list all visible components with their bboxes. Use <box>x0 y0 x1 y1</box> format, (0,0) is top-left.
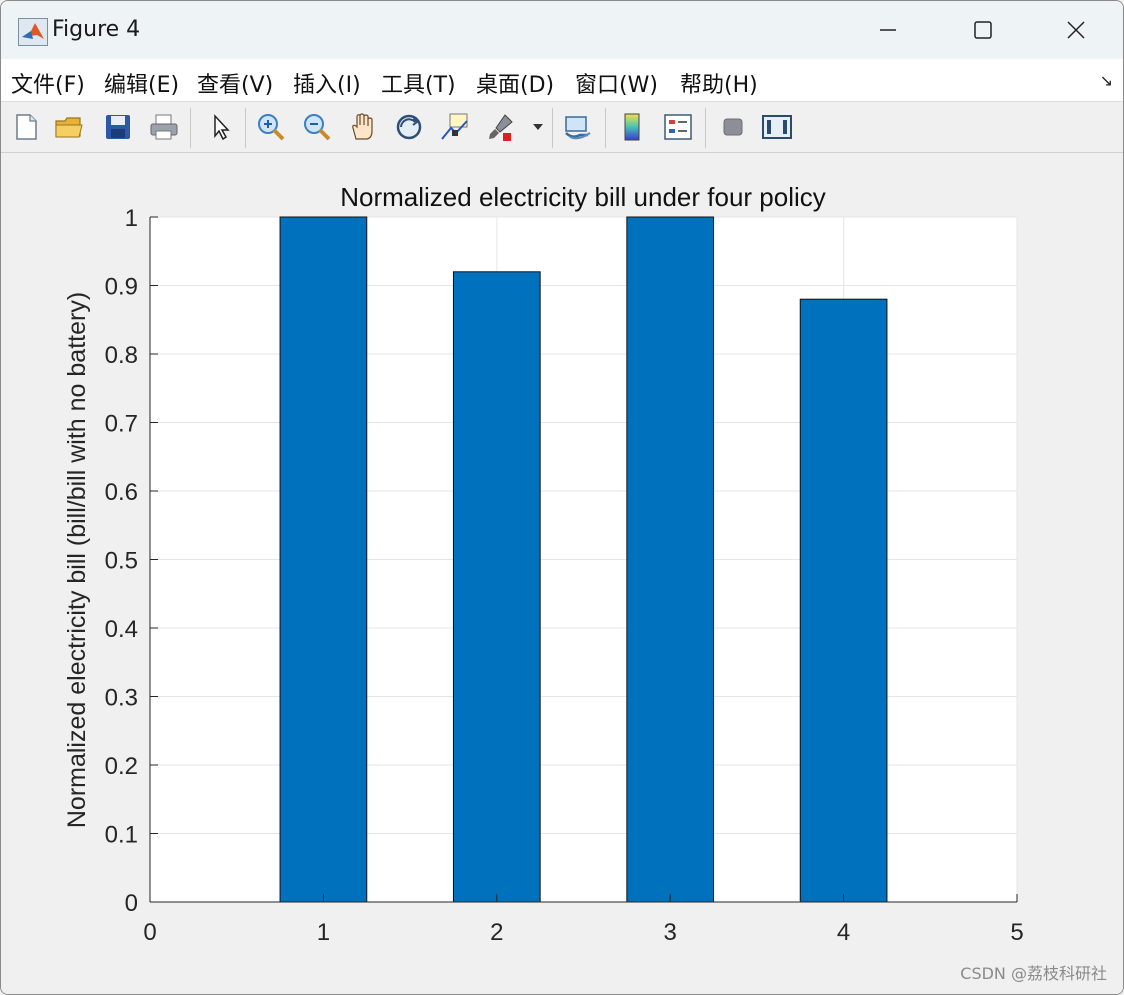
menu-bar: 文件(F) 编辑(E) 查看(V) 插入(I) 工具(T) 桌面(D) 窗口(W… <box>1 59 1123 102</box>
y-tick-label: 0.2 <box>105 753 138 780</box>
rotate-3d-icon[interactable] <box>392 110 426 144</box>
bar-2 <box>452 271 541 903</box>
matlab-logo-icon <box>18 18 48 46</box>
menu-help[interactable]: 帮助(H) <box>680 67 758 99</box>
maximize-button[interactable] <box>938 1 1028 59</box>
x-tick-label: 5 <box>1010 919 1023 946</box>
toolbar-separator <box>605 108 606 148</box>
maximize-icon <box>974 21 992 39</box>
y-tick-label: 0.7 <box>105 411 138 438</box>
pan-hand-icon[interactable] <box>346 110 380 144</box>
print-icon[interactable] <box>147 110 181 144</box>
bar-4 <box>799 298 888 903</box>
y-tick-label: 0.6 <box>105 479 138 506</box>
select-pointer-icon[interactable] <box>203 110 237 144</box>
figure-canvas[interactable]: Normalized electricity bill under four p… <box>1 153 1123 994</box>
menu-tools[interactable]: 工具(T) <box>381 67 456 99</box>
chart-title: Normalized electricity bill under four p… <box>340 182 826 212</box>
brush-icon[interactable] <box>484 110 518 144</box>
y-tick-label: 0 <box>125 890 138 917</box>
minimize-button[interactable] <box>843 1 933 59</box>
close-button[interactable] <box>1031 1 1121 59</box>
figure-window: Figure 4 文件(F) 编辑(E) 查看(V) 插入(I) 工具(T) 桌… <box>0 0 1124 995</box>
toolbar-separator <box>245 108 246 148</box>
toolbar-separator <box>190 108 191 148</box>
title-bar[interactable]: Figure 4 <box>1 1 1123 59</box>
close-icon <box>1067 21 1085 39</box>
data-cursor-icon[interactable] <box>438 110 472 144</box>
menu-desktop[interactable]: 桌面(D) <box>476 67 554 99</box>
menu-edit[interactable]: 编辑(E) <box>104 67 179 99</box>
x-tick-label: 3 <box>664 919 677 946</box>
y-tick-label: 1 <box>125 205 138 232</box>
y-tick-label: 0.3 <box>105 685 138 712</box>
menu-view[interactable]: 查看(V) <box>197 67 273 99</box>
zoom-in-icon[interactable] <box>254 110 288 144</box>
watermark: CSDN @荔枝科研社 <box>960 964 1107 983</box>
y-tick-label: 0.9 <box>105 274 138 301</box>
toolbar-separator <box>705 108 706 148</box>
y-tick-label: 0.4 <box>105 616 138 643</box>
toolbar-separator <box>552 108 553 148</box>
window-title: Figure 4 <box>52 17 141 42</box>
link-plot-icon[interactable] <box>561 110 595 144</box>
x-tick-label: 0 <box>143 919 156 946</box>
bar-chart[interactable]: Normalized electricity bill under four p… <box>1 153 1123 994</box>
bar-1 <box>279 216 368 903</box>
menu-insert[interactable]: 插入(I) <box>293 67 361 99</box>
brush-dropdown-icon[interactable] <box>528 110 548 144</box>
zoom-out-icon[interactable] <box>300 110 334 144</box>
bar-3 <box>626 216 715 903</box>
menu-window[interactable]: 窗口(W) <box>575 67 658 99</box>
y-tick-label: 0.8 <box>105 342 138 369</box>
figure-toolbar <box>1 102 1123 153</box>
save-icon[interactable] <box>101 110 135 144</box>
x-tick-label: 2 <box>490 919 503 946</box>
menu-file[interactable]: 文件(F) <box>11 67 85 99</box>
y-tick-label: 0.5 <box>105 548 138 575</box>
legend-icon[interactable] <box>661 110 695 144</box>
minimize-icon <box>880 29 896 31</box>
y-tick-label: 0.1 <box>105 822 138 849</box>
y-axis-label: Normalized electricity bill (bill/bill w… <box>63 292 91 828</box>
open-file-icon[interactable] <box>53 110 87 144</box>
show-plot-tools-icon[interactable] <box>760 110 794 144</box>
hide-plot-tools-icon[interactable] <box>716 110 750 144</box>
dock-figure-icon[interactable]: ↘ <box>1100 71 1113 90</box>
colorbar-icon[interactable] <box>615 110 649 144</box>
x-tick-label: 4 <box>837 919 850 946</box>
x-tick-label: 1 <box>317 919 330 946</box>
new-figure-icon[interactable] <box>9 110 43 144</box>
